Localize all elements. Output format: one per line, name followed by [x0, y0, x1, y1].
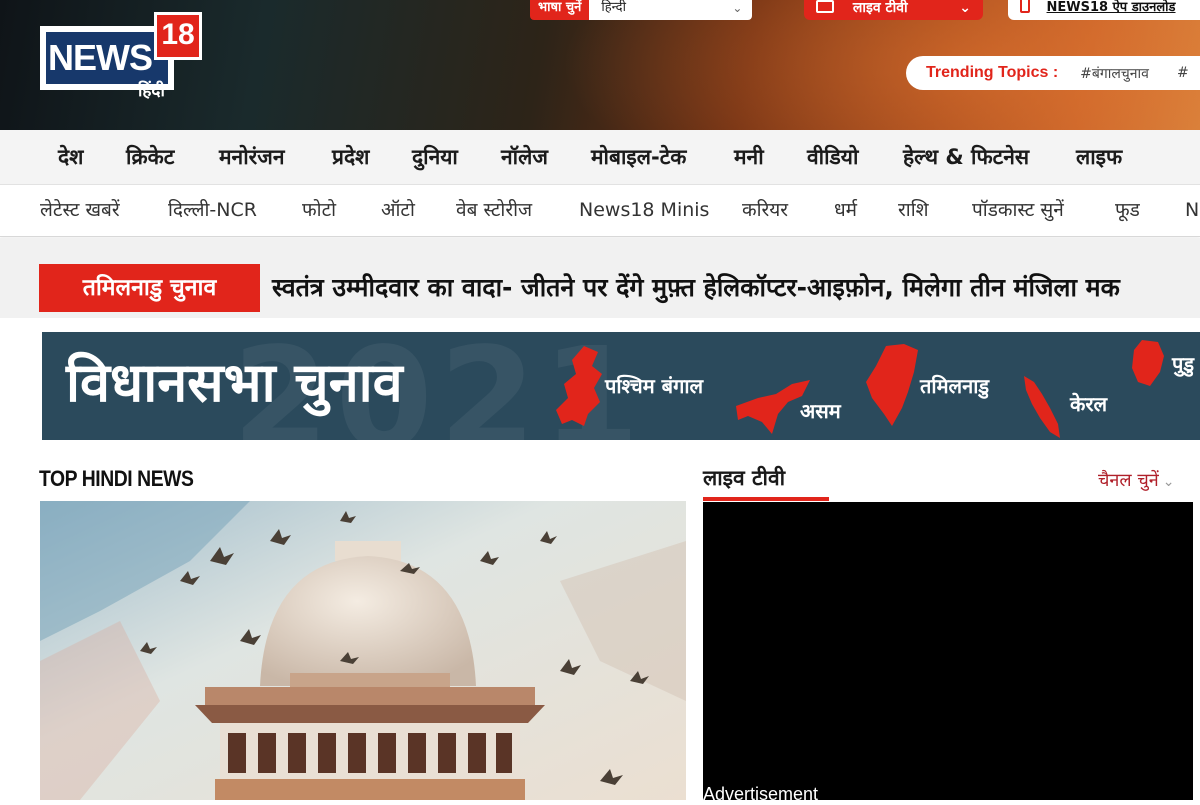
state-label-puducherry: पुडु: [1172, 352, 1195, 376]
subnav-item-auto[interactable]: ऑटो: [381, 185, 415, 235]
tv-icon: [816, 0, 834, 13]
subnav-item-career[interactable]: करियर: [742, 185, 788, 235]
subnav-item-dharm[interactable]: धर्म: [834, 185, 857, 235]
section-title-top-news: TOP HINDI NEWS: [39, 466, 194, 491]
banner-title: विधानसभा चुनाव: [66, 351, 403, 414]
live-tv-button[interactable]: लाइव टीवी ⌄: [804, 0, 983, 20]
state-label-kerala: केरल: [1070, 392, 1108, 416]
west-bengal-map-icon: [556, 346, 602, 426]
app-download-button[interactable]: NEWS18 ऐप डाउनलोड: [1008, 0, 1200, 20]
phone-icon: [1020, 0, 1030, 13]
channel-select-label: चैनल चुनें: [1098, 470, 1159, 491]
breaking-headline[interactable]: स्वतंत्र उम्मीदवार का वादा- जीतने पर दें…: [272, 264, 1120, 312]
live-tv-heading-underline: [703, 497, 829, 501]
breaking-news-strip: तमिलनाडु चुनाव स्वतंत्र उम्मीदवार का वाद…: [0, 238, 1200, 318]
trending-topics-bar: Trending Topics : #बंगालचुनाव #: [906, 56, 1200, 90]
top-story-image[interactable]: [40, 501, 686, 800]
subnav-item-web-stories[interactable]: वेब स्टोरीज: [456, 185, 532, 235]
state-label-assam: असम: [800, 399, 841, 423]
state-label-west-bengal: पश्चिम बंगाल: [605, 374, 704, 398]
chevron-down-icon: ⌄: [732, 1, 743, 15]
primary-nav: देश क्रिकेट मनोरंजन प्रदेश दुनिया नॉलेज …: [0, 130, 1200, 185]
live-tv-heading: लाइव टीवी: [703, 466, 786, 490]
app-download-label: NEWS18 ऐप डाउनलोड: [1046, 0, 1176, 15]
trending-tag[interactable]: #बंगालचुनाव: [1080, 64, 1149, 83]
subnav-item-news18-minis[interactable]: News18 Minis: [579, 185, 709, 235]
nav-item-life[interactable]: लाइफ: [1076, 130, 1122, 184]
nav-item-entertainment[interactable]: मनोरंजन: [219, 130, 284, 184]
subnav-item-rashi[interactable]: राशि: [898, 185, 929, 235]
language-selector[interactable]: भाषा चुनें हिन्दी ⌄: [530, 0, 753, 20]
tamil-nadu-map-icon: [866, 344, 918, 426]
nav-item-desh[interactable]: देश: [58, 130, 83, 184]
live-tv-label: लाइव टीवी: [852, 0, 908, 16]
secondary-nav: लेटेस्ट खबरें दिल्ली-NCR फोटो ऑटो वेब स्…: [0, 185, 1200, 237]
logo-subtitle: हिंदी: [138, 81, 165, 101]
subnav-item-latest[interactable]: लेटेस्ट खबरें: [40, 185, 120, 235]
supreme-court-illustration: [40, 501, 686, 800]
state-label-tamil-nadu: तमिलनाडु: [920, 374, 990, 398]
language-dropdown[interactable]: हिन्दी ⌄: [589, 0, 753, 20]
nav-item-money[interactable]: मनी: [734, 130, 764, 184]
logo-wordmark: NEWS: [46, 32, 168, 84]
breaking-tag[interactable]: तमिलनाडु चुनाव: [39, 264, 260, 312]
news18-logo[interactable]: NEWS 18 हिंदी: [40, 12, 205, 104]
nav-item-pradesh[interactable]: प्रदेश: [332, 130, 369, 184]
kerala-map-icon: [1024, 376, 1060, 438]
logo-number: 18: [154, 12, 202, 60]
channel-select-dropdown[interactable]: चैनल चुनें ⌄: [1098, 468, 1175, 492]
language-value: हिन्दी: [601, 0, 626, 15]
election-banner[interactable]: 2021 विधानसभा चुनाव पश्चिम बंगाल असम तमि…: [42, 332, 1200, 440]
live-tv-player[interactable]: Advertisement: [703, 502, 1193, 804]
subnav-item-photo[interactable]: फोटो: [302, 185, 336, 235]
trending-tag[interactable]: #: [1177, 65, 1189, 81]
nav-item-health-fitness[interactable]: हेल्थ & फिटनेस: [903, 130, 1029, 184]
nav-item-world[interactable]: दुनिया: [412, 130, 458, 184]
puducherry-map-icon: [1132, 340, 1164, 386]
nav-item-knowledge[interactable]: नॉलेज: [501, 130, 548, 184]
chevron-down-icon: ⌄: [959, 0, 971, 16]
subnav-item-delhi-ncr[interactable]: दिल्ली-NCR: [168, 185, 257, 235]
nav-item-mobile-tech[interactable]: मोबाइल-टेक: [591, 130, 686, 184]
advertisement-label: Advertisement: [703, 784, 819, 804]
nav-item-cricket[interactable]: क्रिकेट: [126, 130, 174, 184]
nav-item-video[interactable]: वीडियो: [807, 130, 858, 184]
subnav-item-more[interactable]: N: [1185, 185, 1199, 235]
chevron-down-icon: ⌄: [1162, 474, 1175, 490]
site-header: NEWS 18 हिंदी भाषा चुनें हिन्दी ⌄ लाइव ट…: [0, 0, 1200, 130]
language-label: भाषा चुनें: [530, 0, 590, 20]
trending-label: Trending Topics :: [926, 64, 1059, 81]
subnav-item-podcast[interactable]: पॉडकास्ट सुनें: [972, 185, 1064, 235]
subnav-item-food[interactable]: फूड: [1115, 185, 1140, 235]
